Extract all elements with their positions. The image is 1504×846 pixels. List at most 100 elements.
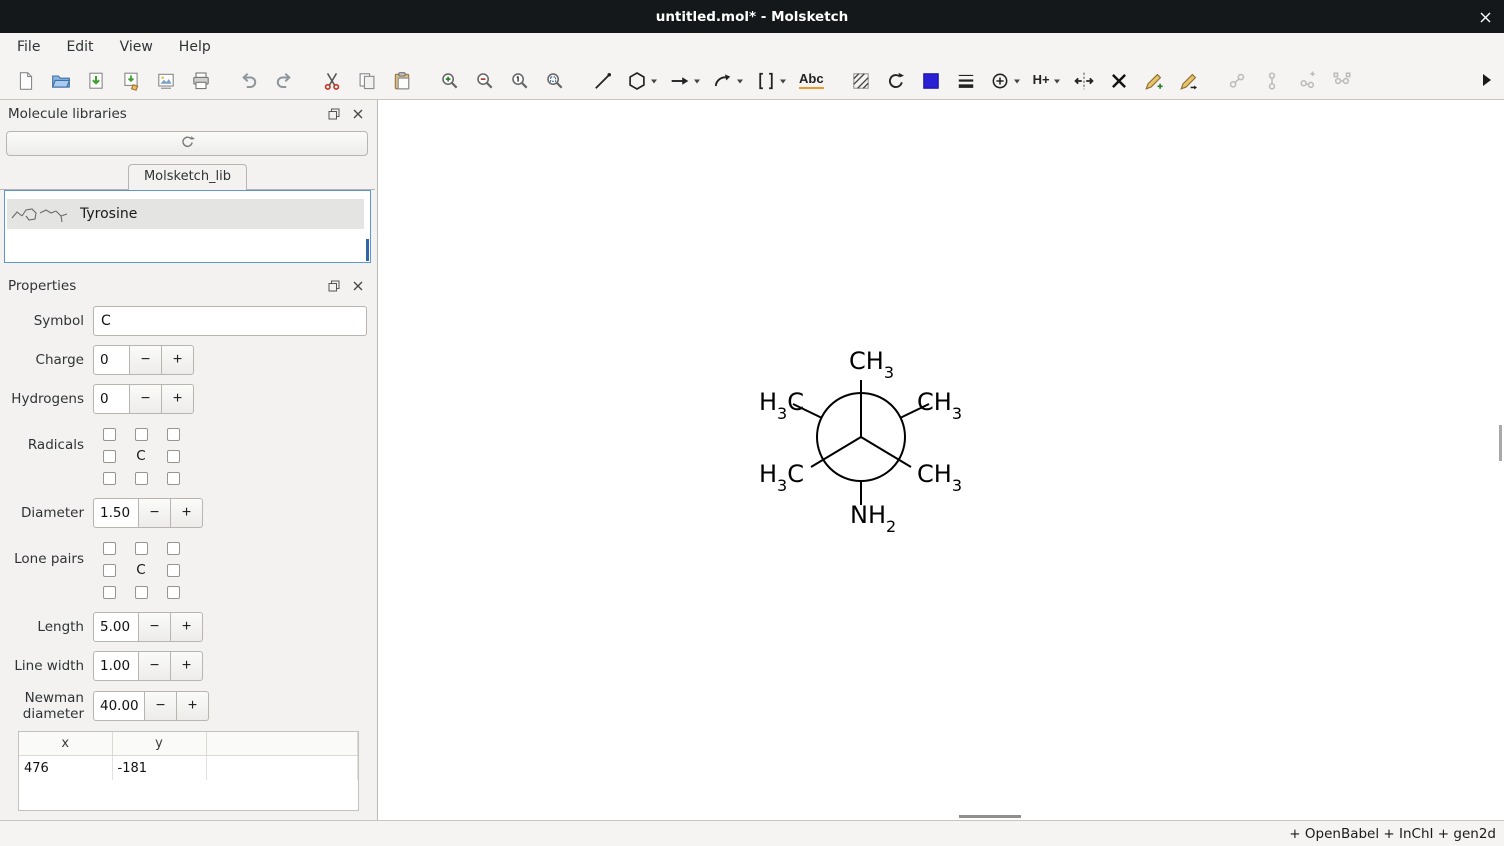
toolbar-extension-button[interactable] bbox=[1483, 74, 1497, 86]
radical-checkbox[interactable] bbox=[167, 472, 180, 485]
mechanism-arrow-tool-button[interactable] bbox=[710, 66, 746, 96]
color-picker-button[interactable] bbox=[917, 66, 945, 96]
lone-pair-checkbox[interactable] bbox=[167, 542, 180, 555]
coords-header-x[interactable]: x bbox=[19, 732, 112, 755]
bracket-tool-button[interactable] bbox=[753, 66, 789, 96]
diameter-input[interactable] bbox=[93, 498, 139, 528]
undo-button[interactable] bbox=[235, 66, 263, 96]
lone-pair-checkbox[interactable] bbox=[167, 586, 180, 599]
properties-close-button[interactable] bbox=[349, 278, 367, 294]
radical-checkbox[interactable] bbox=[135, 428, 148, 441]
lone-pair-checkbox[interactable] bbox=[135, 586, 148, 599]
properties-float-button[interactable] bbox=[325, 278, 343, 294]
radical-checkbox[interactable] bbox=[167, 428, 180, 441]
length-decrement-button[interactable]: − bbox=[138, 612, 171, 642]
symbol-input[interactable] bbox=[93, 306, 367, 336]
charge-tool-button[interactable] bbox=[987, 66, 1023, 96]
line-width-increment-button[interactable]: + bbox=[170, 651, 203, 681]
line-width-tool-button[interactable] bbox=[952, 66, 980, 96]
print-button[interactable] bbox=[187, 66, 215, 96]
radical-checkbox[interactable] bbox=[103, 472, 116, 485]
menu-help[interactable]: Help bbox=[166, 33, 224, 62]
menu-file[interactable]: File bbox=[4, 33, 53, 62]
window-close-button[interactable] bbox=[1476, 8, 1494, 26]
coord-y-cell[interactable]: -181 bbox=[112, 755, 206, 780]
molecule-label-bottom[interactable]: NH2 bbox=[850, 501, 896, 532]
flip-tool-button[interactable] bbox=[1070, 66, 1098, 96]
electron-pen-tool-button[interactable] bbox=[1175, 66, 1203, 96]
molecule-label-top[interactable]: CH3 bbox=[849, 347, 894, 378]
reaction-arrow-tool-dropdown-caret[interactable] bbox=[694, 80, 700, 87]
length-input[interactable] bbox=[93, 612, 139, 642]
ring-tool-button[interactable] bbox=[624, 66, 660, 96]
molecule-label-lower-left[interactable]: H3C bbox=[759, 460, 804, 491]
charge-decrement-button[interactable]: − bbox=[129, 345, 162, 375]
save-file-button[interactable] bbox=[82, 66, 110, 96]
coord-x-cell[interactable]: 476 bbox=[19, 755, 112, 780]
diameter-increment-button[interactable]: + bbox=[170, 498, 203, 528]
zoom-out-button[interactable] bbox=[471, 66, 499, 96]
cut-button[interactable] bbox=[318, 66, 346, 96]
new-file-button[interactable] bbox=[12, 66, 40, 96]
tab-molsketch-lib[interactable]: Molsketch_lib bbox=[128, 164, 247, 190]
menu-edit[interactable]: Edit bbox=[53, 33, 106, 62]
line-width-decrement-button[interactable]: − bbox=[138, 651, 171, 681]
hydrogens-decrement-button[interactable]: − bbox=[129, 384, 162, 414]
drawing-canvas[interactable]: CH3 H3C CH3 H3C CH3 NH2 bbox=[377, 100, 1504, 820]
hydrogens-increment-button[interactable]: + bbox=[161, 384, 194, 414]
mechanism-arrow-tool-dropdown-caret[interactable] bbox=[737, 80, 743, 87]
radical-checkbox[interactable] bbox=[135, 472, 148, 485]
lone-pair-checkbox[interactable] bbox=[167, 564, 180, 577]
library-scrollbar[interactable] bbox=[366, 239, 369, 261]
newman-diameter-decrement-button[interactable]: − bbox=[144, 691, 177, 721]
newman-diameter-increment-button[interactable]: + bbox=[176, 691, 209, 721]
lone-pair-checkbox[interactable] bbox=[135, 542, 148, 555]
text-tool-button[interactable]: Abc bbox=[796, 66, 827, 96]
length-increment-button[interactable]: + bbox=[170, 612, 203, 642]
lone-pair-checkbox[interactable] bbox=[103, 586, 116, 599]
menu-view[interactable]: View bbox=[107, 33, 166, 62]
newman-diameter-input[interactable] bbox=[93, 691, 145, 721]
molecule-label-lower-right[interactable]: CH3 bbox=[917, 460, 962, 491]
paste-button[interactable] bbox=[388, 66, 416, 96]
reaction-arrow-tool-button[interactable] bbox=[667, 66, 703, 96]
export-image-button[interactable] bbox=[152, 66, 180, 96]
copy-button[interactable] bbox=[353, 66, 381, 96]
radical-checkbox[interactable] bbox=[103, 450, 116, 463]
zoom-reset-button[interactable] bbox=[506, 66, 534, 96]
hydrogen-tool-dropdown-caret[interactable] bbox=[1054, 80, 1060, 87]
hydrogen-tool-button[interactable]: H+ bbox=[1030, 66, 1063, 96]
list-item-tyrosine[interactable]: Tyrosine bbox=[7, 199, 364, 229]
refresh-libraries-button[interactable] bbox=[6, 131, 368, 156]
hydrogens-input[interactable] bbox=[93, 384, 130, 414]
vertical-scrollbar[interactable] bbox=[1499, 425, 1502, 461]
charge-tool-dropdown-caret[interactable] bbox=[1014, 80, 1020, 87]
coords-header-y[interactable]: y bbox=[112, 732, 206, 755]
diameter-decrement-button[interactable]: − bbox=[138, 498, 171, 528]
radical-checkbox[interactable] bbox=[103, 428, 116, 441]
zoom-fit-button[interactable] bbox=[541, 66, 569, 96]
draw-bond-tool-button[interactable] bbox=[589, 66, 617, 96]
charge-increment-button[interactable]: + bbox=[161, 345, 194, 375]
lone-pair-checkbox[interactable] bbox=[103, 564, 116, 577]
zoom-in-button[interactable] bbox=[436, 66, 464, 96]
save-as-button[interactable] bbox=[117, 66, 145, 96]
hatch-tool-button[interactable] bbox=[847, 66, 875, 96]
rotate-tool-button[interactable] bbox=[882, 66, 910, 96]
open-file-button[interactable] bbox=[47, 66, 75, 96]
charge-input[interactable] bbox=[93, 345, 130, 375]
lone-pair-checkbox[interactable] bbox=[103, 542, 116, 555]
molecule-label-upper-left[interactable]: H3C bbox=[759, 388, 804, 419]
library-list[interactable]: Tyrosine bbox=[4, 190, 371, 263]
horizontal-scrollbar[interactable] bbox=[959, 815, 1021, 818]
line-width-input[interactable] bbox=[93, 651, 139, 681]
mechanism-pen-tool-button[interactable] bbox=[1140, 66, 1168, 96]
libraries-close-button[interactable] bbox=[349, 106, 367, 122]
ring-tool-dropdown-caret[interactable] bbox=[651, 80, 657, 87]
delete-tool-button[interactable] bbox=[1105, 66, 1133, 96]
bracket-tool-dropdown-caret[interactable] bbox=[780, 80, 786, 87]
radical-checkbox[interactable] bbox=[167, 450, 180, 463]
redo-button[interactable] bbox=[270, 66, 298, 96]
molecule-label-upper-right[interactable]: CH3 bbox=[917, 388, 962, 419]
libraries-float-button[interactable] bbox=[325, 106, 343, 122]
